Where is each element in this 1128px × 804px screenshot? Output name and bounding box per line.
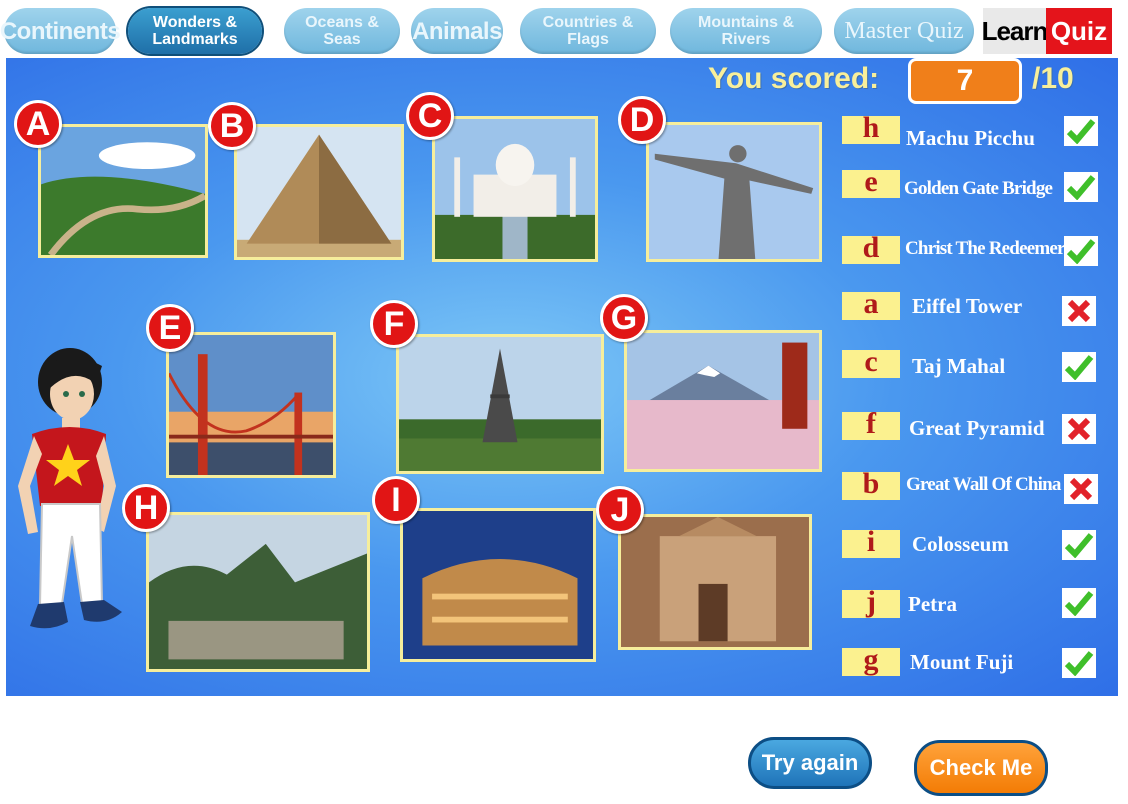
- picture-h[interactable]: [146, 512, 370, 672]
- score-value: 7: [908, 58, 1022, 104]
- picture-h-letter-badge: H: [122, 484, 170, 532]
- answer-name-4: Eiffel Tower: [912, 294, 1023, 318]
- tab-master-quiz-label: Master Quiz: [844, 17, 964, 44]
- machu-picchu-photo: [149, 515, 367, 669]
- tab-animals-label: Animals: [412, 17, 502, 45]
- answer-input-10[interactable]: g: [842, 645, 900, 676]
- answer-name-1: Machu Picchu: [906, 126, 1035, 150]
- correct-check-icon: [1064, 236, 1098, 266]
- golden-gate-photo: [169, 335, 333, 475]
- learn-tab[interactable]: Learn: [982, 8, 1048, 54]
- answer-name-9: Petra: [908, 592, 957, 616]
- tab-oceans-seas[interactable]: Oceans & Seas: [284, 8, 400, 54]
- correct-check-icon: [1062, 352, 1096, 382]
- answer-input-7[interactable]: b: [842, 469, 900, 500]
- picture-f[interactable]: [396, 334, 604, 474]
- great-wall-photo: [41, 127, 205, 255]
- answer-input-1[interactable]: h: [842, 113, 900, 144]
- answer-name-3: Christ The Redeemer: [905, 238, 1065, 259]
- picture-j[interactable]: [618, 514, 812, 650]
- picture-e-letter-badge: E: [146, 304, 194, 352]
- answer-name-10: Mount Fuji: [910, 650, 1014, 674]
- colosseum-photo: [403, 511, 593, 659]
- picture-c[interactable]: [432, 116, 598, 262]
- try-again-button[interactable]: Try again: [748, 737, 872, 789]
- answer-name-5: Taj Mahal: [912, 354, 1006, 378]
- check-me-button[interactable]: Check Me: [914, 740, 1048, 796]
- picture-f-letter-badge: F: [370, 300, 418, 348]
- picture-d[interactable]: [646, 122, 822, 262]
- answer-input-6[interactable]: f: [842, 409, 900, 440]
- answer-input-5[interactable]: c: [842, 347, 900, 378]
- answer-input-4[interactable]: a: [842, 289, 900, 320]
- tab-continents-label: Continents: [0, 17, 121, 45]
- correct-check-icon: [1062, 588, 1096, 618]
- christ-redeemer-photo: [649, 125, 819, 259]
- quiz-tab[interactable]: Quiz: [1046, 8, 1112, 54]
- picture-i-letter-badge: I: [372, 476, 420, 524]
- tab-animals[interactable]: Animals: [411, 8, 503, 54]
- correct-check-icon: [1064, 172, 1098, 202]
- answer-name-7: Great Wall Of China: [906, 474, 1061, 495]
- wrong-cross-icon: [1062, 296, 1096, 326]
- score-label: You scored:: [708, 62, 880, 95]
- picture-c-letter-badge: C: [406, 92, 454, 140]
- answer-name-8: Colosseum: [912, 532, 1009, 556]
- picture-b-letter-badge: B: [208, 102, 256, 150]
- picture-a[interactable]: [38, 124, 208, 258]
- picture-b[interactable]: [234, 124, 404, 260]
- taj-mahal-photo: [435, 119, 595, 259]
- tab-mountains-rivers[interactable]: Mountains & Rivers: [670, 8, 822, 54]
- tab-countries-label: Countries & Flags: [542, 14, 634, 48]
- tab-master-quiz[interactable]: Master Quiz: [834, 8, 974, 54]
- pyramid-photo: [237, 127, 401, 257]
- score-total: /10: [1032, 62, 1074, 95]
- tab-wonders-label: Wonders & Landmarks: [152, 14, 238, 48]
- correct-check-icon: [1064, 116, 1098, 146]
- correct-check-icon: [1062, 530, 1096, 560]
- picture-g[interactable]: [624, 330, 822, 472]
- eiffel-tower-photo: [399, 337, 601, 471]
- answer-input-8[interactable]: i: [842, 527, 900, 558]
- tab-wonders-landmarks[interactable]: Wonders & Landmarks: [128, 8, 262, 54]
- answer-input-3[interactable]: d: [842, 233, 900, 264]
- picture-a-letter-badge: A: [14, 100, 62, 148]
- tab-oceans-label: Oceans & Seas: [305, 14, 379, 48]
- wrong-cross-icon: [1062, 414, 1096, 444]
- wrong-cross-icon: [1064, 474, 1098, 504]
- student-character-illustration: [18, 348, 122, 629]
- picture-g-letter-badge: G: [600, 294, 648, 342]
- picture-e[interactable]: [166, 332, 336, 478]
- tab-countries-flags[interactable]: Countries & Flags: [520, 8, 656, 54]
- correct-check-icon: [1062, 648, 1096, 678]
- petra-photo: [621, 517, 809, 647]
- picture-i[interactable]: [400, 508, 596, 662]
- mount-fuji-photo: [627, 333, 819, 469]
- answer-name-6: Great Pyramid: [909, 416, 1045, 440]
- tab-mountains-label: Mountains & Rivers: [698, 14, 794, 48]
- top-navigation: Continents Wonders & Landmarks Oceans & …: [0, 0, 1128, 58]
- answer-input-2[interactable]: e: [842, 167, 900, 198]
- answer-name-2: Golden Gate Bridge: [904, 178, 1053, 199]
- picture-d-letter-badge: D: [618, 96, 666, 144]
- answer-input-9[interactable]: j: [842, 587, 900, 618]
- picture-j-letter-badge: J: [596, 486, 644, 534]
- tab-continents[interactable]: Continents: [0, 8, 121, 54]
